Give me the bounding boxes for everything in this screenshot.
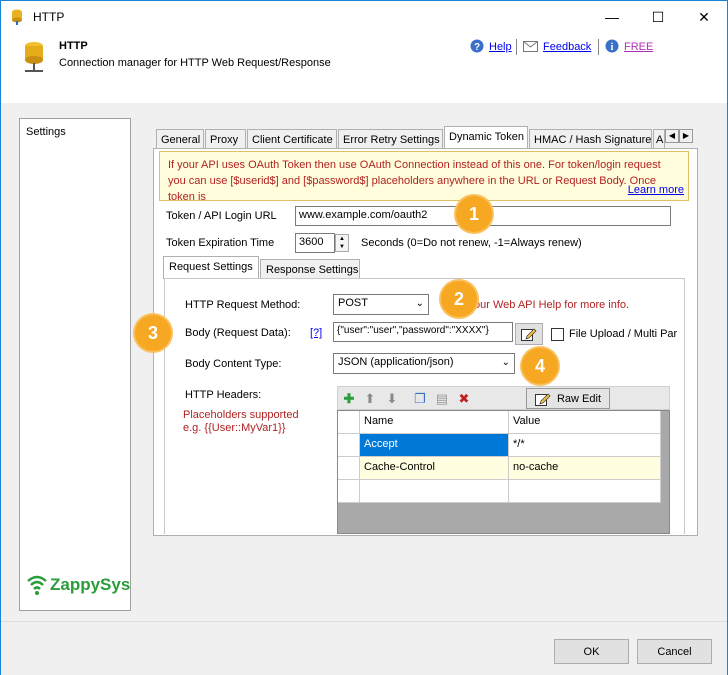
- body-input[interactable]: {"user":"user","password":"XXXX"}: [333, 322, 513, 342]
- mail-icon[interactable]: [523, 41, 538, 52]
- header-name-cell[interactable]: [360, 480, 509, 503]
- divider: [598, 39, 599, 55]
- token-expiration-input[interactable]: 3600: [295, 233, 335, 253]
- content-type-select[interactable]: JSON (application/json) ⌄: [333, 353, 515, 374]
- step-badge-4: 4: [522, 348, 558, 384]
- paste-icon[interactable]: ▤: [434, 391, 450, 407]
- maximize-button[interactable]: ☐: [635, 1, 681, 33]
- help-link[interactable]: Help: [489, 41, 512, 53]
- dialog-footer: OK Cancel: [1, 621, 727, 675]
- expiration-hint: Seconds (0=Do not renew, -1=Always renew…: [361, 237, 582, 249]
- edit-body-button[interactable]: [515, 323, 543, 345]
- raw-edit-label: Raw Edit: [556, 392, 602, 405]
- body-label: Body (Request Data):: [185, 327, 291, 339]
- wifi-logo-icon: [27, 575, 47, 595]
- body-help-link[interactable]: [?]: [310, 327, 322, 339]
- database-icon: [25, 42, 43, 72]
- tab-client-certificate[interactable]: Client Certificate: [247, 129, 337, 149]
- tab-proxy[interactable]: Proxy: [205, 129, 246, 149]
- new-row[interactable]: [338, 480, 661, 503]
- tab-scroll-arrows: ◀ ▶: [665, 129, 693, 143]
- method-label: HTTP Request Method:: [185, 299, 301, 311]
- brand-name: ZappySys: [50, 575, 131, 594]
- learn-more-link[interactable]: Learn more: [628, 182, 684, 198]
- header-title: HTTP: [59, 40, 88, 52]
- minimize-button[interactable]: —: [589, 1, 635, 33]
- step-badge-3: 3: [135, 315, 171, 351]
- move-up-icon[interactable]: ⬆: [362, 391, 378, 407]
- copy-icon[interactable]: ❐: [412, 391, 428, 407]
- column-header-value[interactable]: Value: [509, 411, 661, 434]
- column-header-name[interactable]: Name: [360, 411, 509, 434]
- content-type-value: JSON (application/json): [338, 356, 454, 368]
- tab-overflow[interactable]: A: [653, 129, 665, 149]
- step-badge-2: 2: [441, 281, 477, 317]
- chevron-down-icon: ⌄: [501, 357, 510, 368]
- file-upload-checkbox[interactable]: [551, 328, 564, 341]
- feedback-link[interactable]: Feedback: [543, 41, 591, 53]
- warning-text: If your API uses OAuth Token then use OA…: [168, 159, 661, 203]
- method-value: POST: [338, 297, 368, 309]
- title-bar: HTTP — ☐ ✕: [1, 1, 727, 33]
- add-icon[interactable]: ✚: [341, 391, 357, 407]
- header-name-cell[interactable]: Cache-Control: [360, 457, 509, 480]
- headers-grid: Name Value Accept */* Cache-Control no-c…: [337, 410, 670, 534]
- free-link[interactable]: FREE: [624, 41, 653, 53]
- row-header-cell[interactable]: [338, 434, 360, 457]
- tab-error-retry-settings[interactable]: Error Retry Settings: [338, 129, 443, 149]
- tab-response-settings[interactable]: Response Settings: [260, 259, 360, 279]
- help-icon[interactable]: ?: [470, 39, 484, 53]
- svg-text:i: i: [611, 42, 614, 53]
- header-value-cell[interactable]: */*: [509, 434, 661, 457]
- tab-general[interactable]: General: [156, 129, 204, 149]
- expiration-stepper[interactable]: ▲ ▼: [335, 234, 349, 252]
- header-name-cell[interactable]: Accept: [360, 434, 509, 457]
- http-connection-window: HTTP — ☐ ✕ HTTP Connection manager for H…: [0, 0, 728, 675]
- database-icon: [12, 9, 22, 25]
- token-expiration-label: Token Expiration Time: [166, 237, 275, 249]
- row-header-cell[interactable]: [338, 457, 360, 480]
- file-upload-label: File Upload / Multi Par: [569, 328, 678, 340]
- svg-text:?: ?: [474, 42, 480, 53]
- raw-edit-button[interactable]: Raw Edit: [526, 388, 610, 409]
- headers-toolbar: ✚ ⬆ ⬇ ❐ ▤ ✖ Raw Edit: [337, 386, 670, 410]
- row-header-cell: [338, 411, 360, 434]
- chevron-down-icon: ⌄: [415, 298, 424, 309]
- table-row[interactable]: Accept */*: [338, 434, 661, 457]
- table-row[interactable]: Cache-Control no-cache: [338, 457, 661, 480]
- tab-dynamic-token[interactable]: Dynamic Token: [444, 126, 528, 149]
- row-header-cell[interactable]: [338, 480, 360, 503]
- divider: [516, 39, 517, 55]
- grid-header-row: Name Value: [338, 411, 661, 434]
- sidebar-item-settings[interactable]: Settings: [26, 126, 66, 138]
- edit-icon: [534, 393, 551, 406]
- zappysys-logo: ZappySys: [26, 574, 130, 596]
- header-subtitle: Connection manager for HTTP Web Request/…: [59, 57, 331, 69]
- method-hint: our Web API Help for more info.: [474, 299, 630, 311]
- oauth-warning: If your API uses OAuth Token then use OA…: [159, 151, 689, 203]
- scroll-left-icon[interactable]: ◀: [665, 129, 679, 143]
- cancel-button[interactable]: Cancel: [637, 639, 712, 664]
- scroll-right-icon[interactable]: ▶: [679, 129, 693, 143]
- headers-label: HTTP Headers:: [185, 389, 262, 401]
- delete-icon[interactable]: ✖: [456, 391, 472, 407]
- token-url-label: Token / API Login URL: [166, 210, 277, 222]
- content-type-label: Body Content Type:: [185, 358, 282, 370]
- step-badge-1: 1: [456, 196, 492, 232]
- placeholders-note: Placeholders supported: [183, 409, 299, 421]
- close-button[interactable]: ✕: [681, 1, 727, 33]
- move-down-icon[interactable]: ⬇: [384, 391, 400, 407]
- method-select[interactable]: POST ⌄: [333, 294, 429, 315]
- edit-icon: [521, 328, 537, 341]
- header-value-cell[interactable]: [509, 480, 661, 503]
- tab-hmac-hash-signature[interactable]: HMAC / Hash Signature: [529, 129, 652, 149]
- tab-request-settings[interactable]: Request Settings: [163, 256, 259, 279]
- window-title: HTTP: [33, 10, 65, 24]
- info-icon[interactable]: i: [605, 39, 619, 53]
- ok-button[interactable]: OK: [554, 639, 629, 664]
- sidebar: Settings ZappySys: [19, 118, 131, 611]
- placeholders-example: e.g. {{User::MyVar1}}: [183, 422, 286, 434]
- header-banner: HTTP Connection manager for HTTP Web Req…: [1, 33, 727, 103]
- header-value-cell[interactable]: no-cache: [509, 457, 661, 480]
